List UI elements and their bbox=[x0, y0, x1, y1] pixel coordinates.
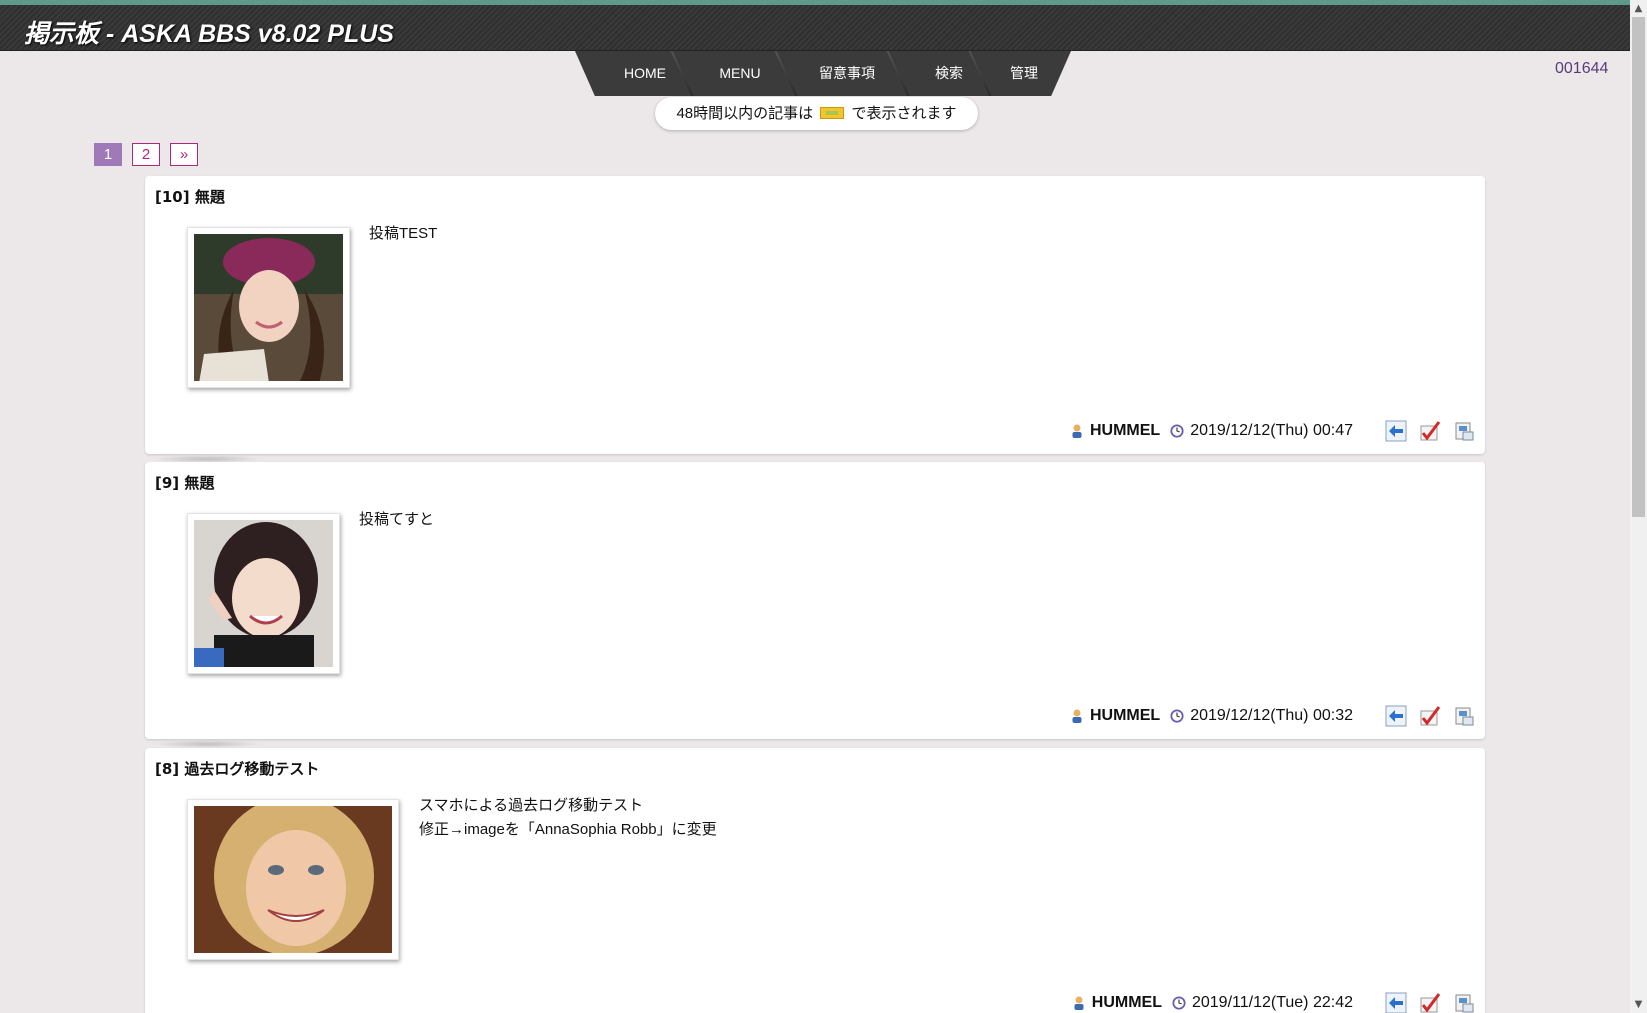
post-date: 2019/12/12(Thu) 00:47 bbox=[1190, 422, 1353, 439]
post-title: [9] 無題 bbox=[155, 472, 214, 493]
reply-icon[interactable] bbox=[1385, 420, 1407, 442]
post-card: [9] 無題 投稿てすと HUMMEL 2019/12/12(Thu) 00:3… bbox=[145, 462, 1485, 739]
scroll-thumb[interactable] bbox=[1632, 17, 1645, 517]
post-image[interactable] bbox=[187, 513, 340, 674]
nav-item-notes[interactable]: 留意事項 bbox=[797, 51, 897, 96]
post-message: 投稿TEST bbox=[369, 222, 437, 246]
nav-item-admin[interactable]: 管理 bbox=[989, 51, 1059, 96]
site-title: 掲示板 - ASKA BBS v8.02 PLUS bbox=[24, 20, 394, 48]
reply-icon[interactable] bbox=[1385, 705, 1407, 727]
clock-icon bbox=[1170, 424, 1184, 438]
post-author: HUMMEL bbox=[1089, 422, 1161, 439]
post-image[interactable] bbox=[187, 227, 350, 388]
nav-item-menu[interactable]: MENU bbox=[695, 51, 785, 96]
post-date: 2019/11/12(Tue) 22:42 bbox=[1191, 994, 1353, 1011]
post-author: HUMMEL bbox=[1091, 994, 1162, 1011]
post-title: [8] 過去ログ移動テスト bbox=[155, 758, 319, 779]
notice-text-after: で表示されます bbox=[851, 105, 957, 122]
post-card: [10] 無題 投稿TEST HUMMEL 2019/12/12(Thu) 00… bbox=[145, 176, 1485, 454]
user-icon bbox=[1074, 996, 1084, 1010]
post-subject: 過去ログ移動テスト bbox=[184, 760, 320, 778]
page-link-1[interactable]: 1 bbox=[94, 143, 122, 166]
post-number: [10] bbox=[155, 188, 190, 206]
reply-icon[interactable] bbox=[1385, 992, 1407, 1013]
user-icon bbox=[1072, 709, 1082, 723]
post-message-line: スマホによる過去ログ移動テスト bbox=[419, 797, 644, 814]
post-subject: 無題 bbox=[194, 188, 225, 206]
post-photo bbox=[194, 806, 392, 953]
portrait-photo-icon bbox=[194, 806, 392, 953]
user-icon bbox=[1072, 424, 1082, 438]
post-subject: 無題 bbox=[184, 474, 215, 492]
site-header: 掲示板 - ASKA BBS v8.02 PLUS bbox=[0, 5, 1630, 51]
post-meta: HUMMEL 2019/11/12(Tue) 22:42 bbox=[1072, 992, 1475, 1013]
access-counter: 001644 bbox=[1555, 60, 1609, 77]
post-number: [9] bbox=[155, 474, 180, 492]
post-photo bbox=[194, 234, 343, 381]
post-meta: HUMMEL 2019/12/12(Thu) 00:47 bbox=[1070, 420, 1475, 442]
post-message-line: 修正→imageを「AnnaSophia Robb」に変更 bbox=[419, 821, 717, 838]
scroll-up-icon[interactable]: ▲ bbox=[1630, 0, 1647, 17]
post-message-line: 投稿TEST bbox=[369, 225, 438, 242]
scroll-down-icon[interactable]: ▼ bbox=[1630, 996, 1647, 1013]
delete-icon[interactable] bbox=[1453, 705, 1475, 727]
post-date: 2019/12/12(Thu) 00:32 bbox=[1190, 707, 1353, 724]
notice-text-before: 48時間以内の記事は bbox=[676, 105, 814, 122]
new-badge-icon bbox=[820, 107, 845, 119]
clock-icon bbox=[1170, 709, 1184, 723]
next-page-link[interactable]: » bbox=[170, 143, 198, 166]
post-shadow bbox=[152, 740, 262, 748]
post-message: スマホによる過去ログ移動テスト 修正→imageを「AnnaSophia Rob… bbox=[419, 794, 717, 842]
page-scrollbar[interactable]: ▲ ▼ bbox=[1630, 0, 1647, 1013]
page-link-2[interactable]: 2 bbox=[132, 143, 160, 166]
clock-icon bbox=[1172, 996, 1186, 1010]
post-photo bbox=[194, 520, 333, 667]
post-message: 投稿てすと bbox=[359, 508, 434, 532]
edit-icon[interactable] bbox=[1419, 705, 1441, 727]
main-nav: HOME MENU 留意事項 検索 管理 bbox=[575, 51, 1071, 96]
post-number: [8] bbox=[155, 760, 180, 778]
post-card: [8] 過去ログ移動テスト スマホによる過去ログ移動テスト 修正→imageを「… bbox=[145, 748, 1485, 1013]
nav-item-home[interactable]: HOME bbox=[609, 51, 681, 96]
post-image[interactable] bbox=[187, 799, 399, 960]
delete-icon[interactable] bbox=[1453, 992, 1475, 1013]
nav-item-search[interactable]: 検索 bbox=[911, 51, 987, 96]
portrait-photo-icon bbox=[194, 520, 333, 667]
post-author: HUMMEL bbox=[1089, 707, 1161, 724]
new-post-notice: 48時間以内の記事は で表示されます bbox=[655, 97, 978, 130]
edit-icon[interactable] bbox=[1419, 420, 1441, 442]
portrait-photo-icon bbox=[194, 234, 343, 381]
post-meta: HUMMEL 2019/12/12(Thu) 00:32 bbox=[1070, 705, 1475, 727]
post-title: [10] 無題 bbox=[155, 186, 225, 207]
edit-icon[interactable] bbox=[1419, 992, 1441, 1013]
delete-icon[interactable] bbox=[1453, 420, 1475, 442]
post-message-line: 投稿てすと bbox=[359, 511, 435, 528]
